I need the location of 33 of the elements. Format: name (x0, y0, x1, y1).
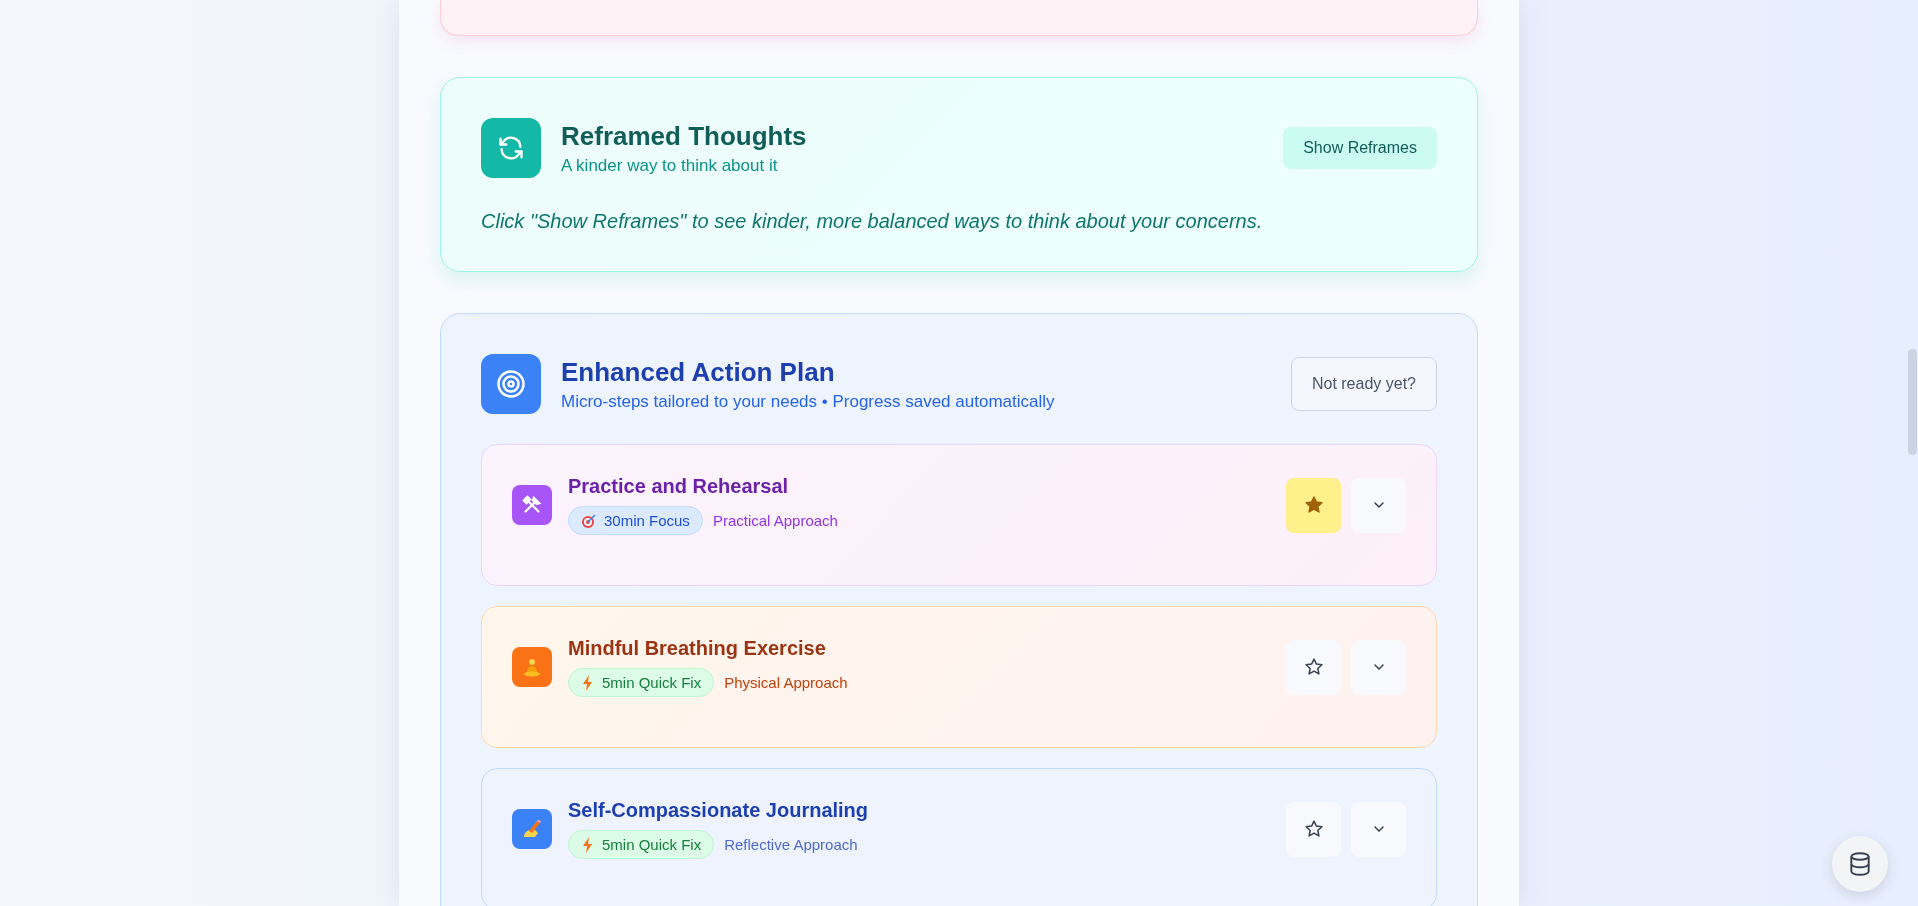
star-button[interactable] (1286, 639, 1341, 695)
approach-label: Practical Approach (712, 512, 838, 529)
step-title: Practice and Rehearsal (568, 475, 790, 498)
card-subtitle: Micro-steps tailored to your needs • Progress saved automatically (561, 391, 1056, 412)
lightning-icon (581, 836, 595, 853)
star-icon (1303, 819, 1324, 839)
database-button[interactable] (1832, 836, 1888, 892)
time-badge: 30min Focus (568, 506, 703, 535)
card-title: Reframed Thoughts (561, 120, 808, 152)
approach-label: Physical Approach (724, 674, 848, 691)
show-reframes-button[interactable]: Show Reframes (1283, 127, 1437, 169)
card-title: Enhanced Action Plan (561, 356, 836, 388)
step-icon (512, 809, 552, 849)
target-icon (481, 354, 541, 414)
star-icon (1303, 657, 1324, 677)
star-button[interactable] (1286, 801, 1341, 857)
hint-text: Click "Show Reframes" to see kinder, more balanced ways to think about your concerns. (481, 210, 1264, 233)
lightning-icon (581, 674, 595, 691)
step-title: Mindful Breathing Exercise (568, 637, 827, 660)
time-badge: 5min Quick Fix (568, 830, 715, 859)
step-icon (512, 485, 552, 525)
star-icon (1303, 495, 1324, 515)
step-title: Self-Compassionate Journaling (568, 799, 870, 822)
card-subtitle: A kinder way to think about it (561, 155, 779, 176)
step-icon (512, 647, 552, 687)
time-badge: 5min Quick Fix (568, 668, 715, 697)
target-icon (581, 512, 597, 529)
refresh-icon (481, 118, 541, 178)
approach-label: Reflective Approach (724, 836, 858, 853)
scrollbar-thumb[interactable] (1908, 349, 1917, 455)
not-ready-button[interactable]: Not ready yet? (1290, 357, 1437, 411)
database-icon (1847, 851, 1873, 877)
star-button[interactable] (1286, 477, 1341, 533)
